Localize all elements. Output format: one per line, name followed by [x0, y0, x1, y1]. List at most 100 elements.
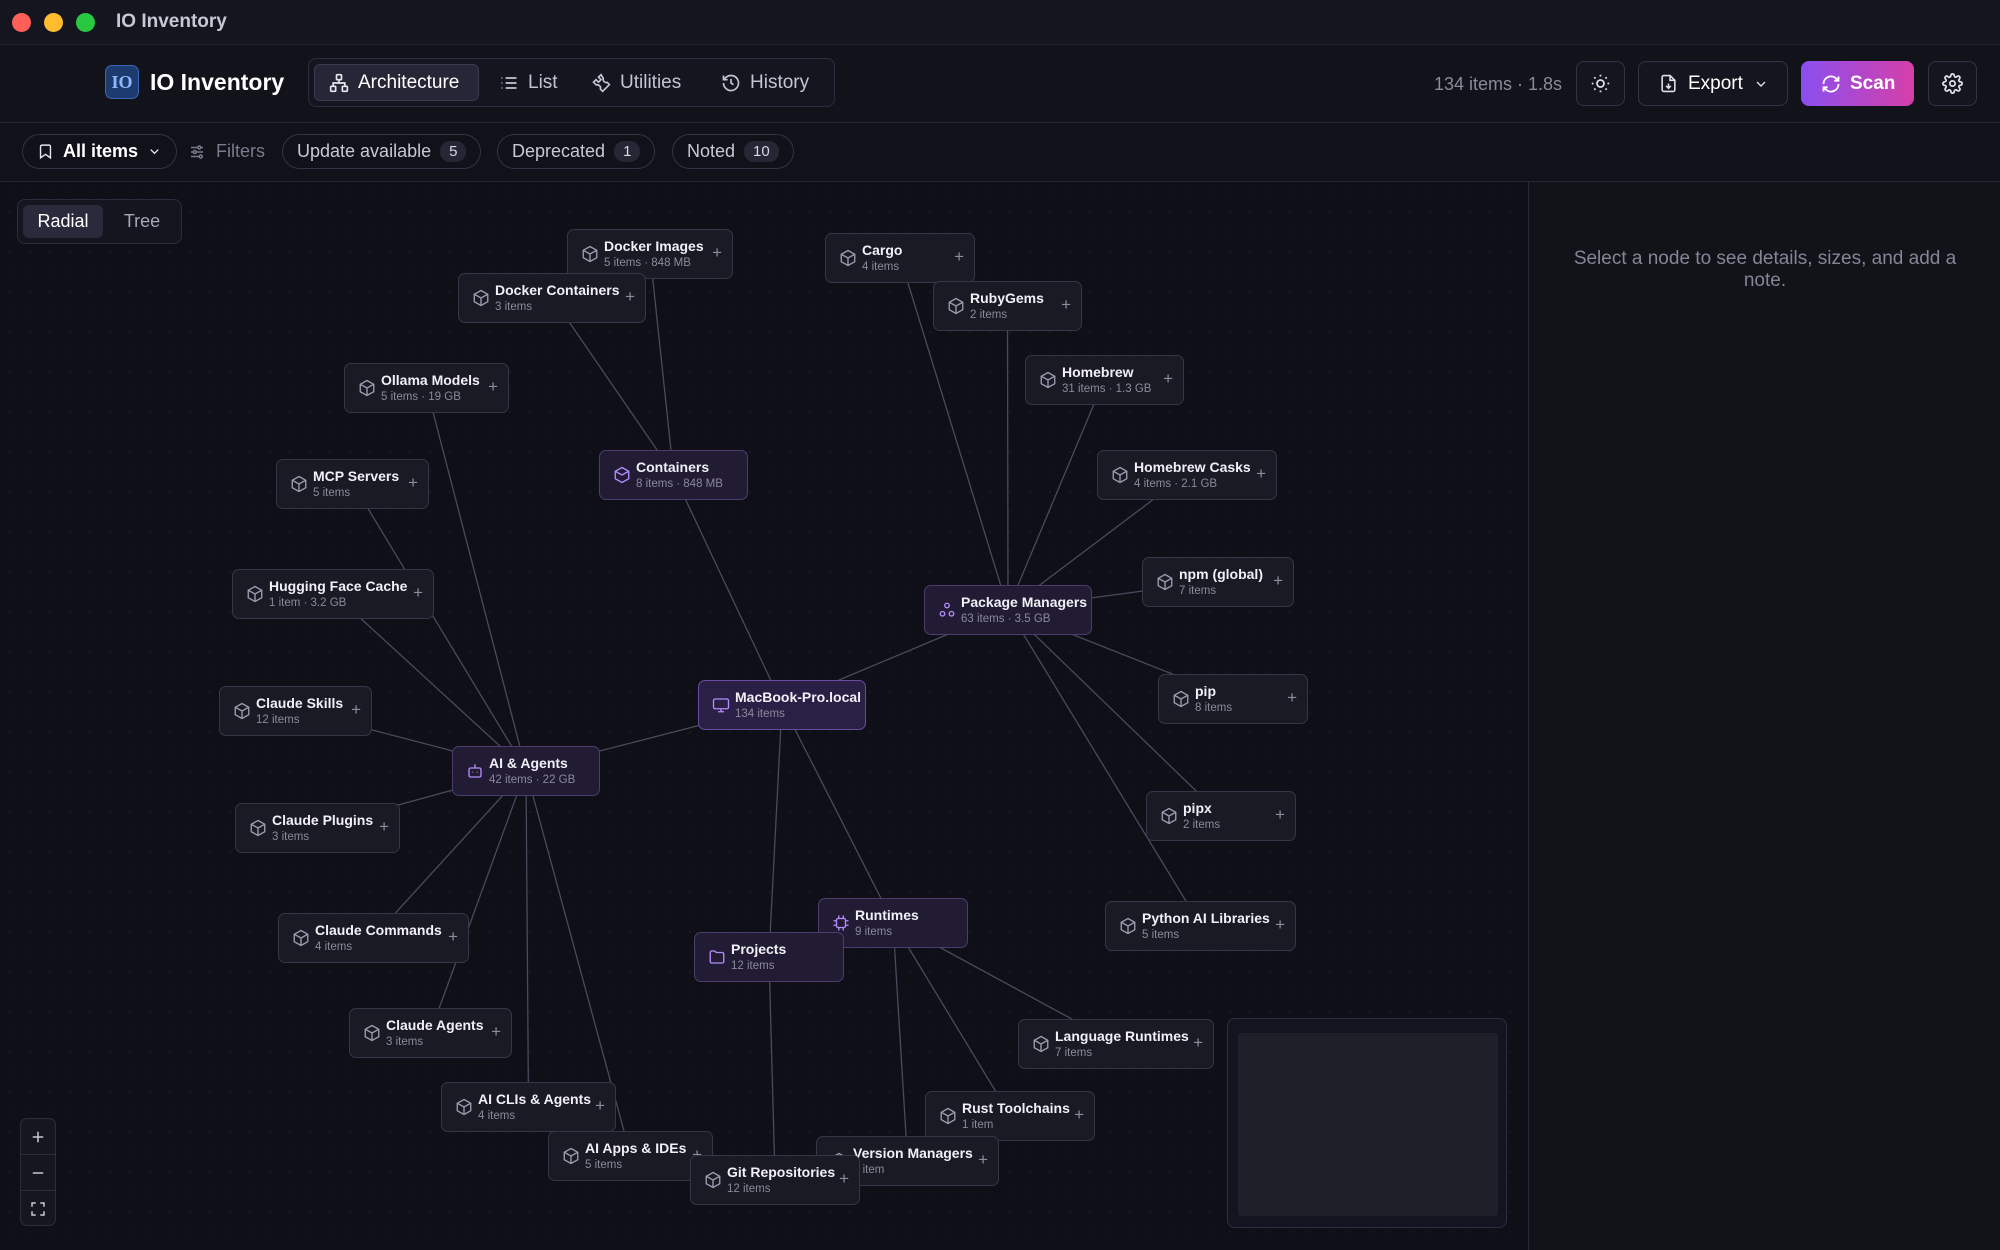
node-name: MCP Servers: [313, 468, 400, 484]
tab-history[interactable]: History: [707, 64, 825, 101]
category-node-pkg[interactable]: Package Managers 63 items · 3.5 GB: [924, 585, 1092, 635]
category-node-projects[interactable]: Projects 12 items: [694, 932, 844, 982]
node-summary: 31 items · 1.3 GB: [1062, 383, 1152, 395]
add-note-button[interactable]: +: [488, 377, 498, 397]
settings-button[interactable]: [1928, 61, 1977, 106]
box-icon: [250, 819, 266, 837]
node-name: Python AI Libraries: [1142, 910, 1270, 926]
add-note-button[interactable]: +: [408, 473, 418, 493]
add-note-button[interactable]: +: [1275, 915, 1285, 935]
export-button[interactable]: Export: [1638, 61, 1788, 106]
node-summary: 2 items: [970, 309, 1008, 321]
leaf-node-casks[interactable]: Homebrew Casks 4 items · 2.1 GB +: [1097, 450, 1277, 500]
leaf-node-agents[interactable]: Claude Agents 3 items +: [349, 1008, 512, 1058]
theme-toggle-button[interactable]: [1576, 61, 1625, 106]
leaf-node-docker-images[interactable]: Docker Images 5 items · 848 MB +: [567, 229, 733, 279]
add-note-button[interactable]: +: [1273, 571, 1283, 591]
filter-pill-noted[interactable]: Noted 10: [672, 134, 794, 169]
add-note-button[interactable]: +: [1061, 295, 1071, 315]
add-note-button[interactable]: +: [1074, 1105, 1084, 1125]
leaf-node-brew[interactable]: Homebrew 31 items · 1.3 GB +: [1025, 355, 1184, 405]
node-name: npm (global): [1179, 566, 1263, 582]
view-selector-dropdown[interactable]: All items: [22, 134, 177, 169]
filter-pill-update-available[interactable]: Update available 5: [282, 134, 482, 169]
add-note-button[interactable]: +: [712, 243, 722, 263]
leaf-node-plugins[interactable]: Claude Plugins 3 items +: [235, 803, 400, 853]
graph-canvas[interactable]: Radial Tree Docker Images 5 items · 848 M…: [0, 182, 1528, 1250]
zoom-out-button[interactable]: [21, 1155, 55, 1191]
leaf-node-gems[interactable]: RubyGems 2 items +: [933, 281, 1082, 331]
add-note-button[interactable]: +: [839, 1169, 849, 1189]
add-note-button[interactable]: +: [954, 247, 964, 267]
tree-layout-button[interactable]: Tree: [107, 205, 177, 238]
radial-layout-button[interactable]: Radial: [23, 205, 103, 238]
tab-architecture[interactable]: Architecture: [314, 64, 479, 101]
leaf-node-pipx[interactable]: pipx 2 items +: [1146, 791, 1296, 841]
add-note-button[interactable]: +: [625, 287, 635, 307]
leaf-node-pip[interactable]: pip 8 items +: [1158, 674, 1308, 724]
filter-pill-deprecated[interactable]: Deprecated 1: [497, 134, 656, 169]
node-summary: 134 items: [735, 708, 785, 720]
filters-label: Filters: [216, 141, 265, 161]
add-note-button[interactable]: +: [1163, 369, 1173, 389]
add-note-button[interactable]: +: [978, 1150, 988, 1170]
minimize-window-button[interactable]: [44, 13, 63, 32]
add-note-button[interactable]: +: [491, 1022, 501, 1042]
leaf-node-git[interactable]: Git Repositories 12 items +: [690, 1155, 860, 1205]
leaf-node-docker-containers[interactable]: Docker Containers 3 items +: [458, 273, 646, 323]
category-node-containers[interactable]: Containers 8 items · 848 MB: [599, 450, 748, 500]
add-note-button[interactable]: +: [1256, 464, 1266, 484]
tab-utilities[interactable]: Utilities: [577, 64, 697, 101]
leaf-node-skills[interactable]: Claude Skills 12 items +: [219, 686, 372, 736]
fit-view-button[interactable]: [21, 1191, 55, 1227]
add-note-button[interactable]: +: [413, 583, 423, 603]
zoom-window-button[interactable]: [76, 13, 95, 32]
root-node[interactable]: MacBook-Pro.local 134 items: [698, 680, 866, 730]
leaf-node-ollama[interactable]: Ollama Models 5 items · 19 GB +: [344, 363, 509, 413]
add-note-button[interactable]: +: [1275, 805, 1285, 825]
zoom-in-button[interactable]: [21, 1119, 55, 1155]
category-node-ai[interactable]: AI & Agents 42 items · 22 GB: [452, 746, 600, 796]
scan-button[interactable]: Scan: [1801, 61, 1914, 106]
node-name: Homebrew Casks: [1134, 459, 1251, 475]
folder-icon: [709, 950, 725, 964]
node-name: pipx: [1183, 800, 1212, 816]
leaf-node-apps[interactable]: AI Apps & IDEs5 items+: [548, 1131, 713, 1181]
node-name: Runtimes: [855, 907, 919, 923]
minimap-viewport[interactable]: [1238, 1033, 1498, 1216]
filters-button[interactable]: Filters: [188, 134, 265, 169]
edge-runtimes-vm: [892, 921, 909, 1161]
leaf-node-cargo[interactable]: Cargo 4 items +: [825, 233, 975, 283]
node-summary: 5 items: [585, 1159, 623, 1171]
leaf-node-clis[interactable]: AI CLIs & Agents 4 items +: [441, 1082, 616, 1132]
add-note-button[interactable]: +: [351, 700, 361, 720]
pill-label: Update available: [297, 141, 432, 161]
edge-root-projects: [768, 703, 783, 957]
add-note-button[interactable]: +: [448, 927, 458, 947]
minimap[interactable]: [1227, 1018, 1507, 1228]
node-summary: 7 items: [1055, 1047, 1093, 1059]
node-name: AI & Agents: [489, 755, 568, 771]
leaf-node-commands[interactable]: Claude Commands 4 items +: [278, 913, 469, 963]
add-note-button[interactable]: +: [379, 817, 389, 837]
leaf-node-hf[interactable]: Hugging Face Cache 1 item · 3.2 GB +: [232, 569, 434, 619]
leaf-node-npm[interactable]: npm (global) 7 items +: [1142, 557, 1294, 607]
minus-icon: [32, 1171, 44, 1174]
add-note-button[interactable]: +: [1193, 1033, 1203, 1053]
leaf-node-mcp[interactable]: MCP Servers 5 items +: [276, 459, 429, 509]
tab-label: History: [750, 71, 810, 93]
main-tabs: Architecture List Utilities History: [308, 58, 835, 107]
add-note-button[interactable]: +: [1287, 688, 1297, 708]
add-note-button[interactable]: +: [595, 1096, 605, 1116]
node-summary: 5 items · 848 MB: [604, 257, 691, 269]
leaf-node-pyai[interactable]: Python AI Libraries 5 items +: [1105, 901, 1296, 951]
edge-pkg-gems: [1006, 304, 1009, 610]
leaf-node-rust[interactable]: Rust Toolchains 1 item +: [925, 1091, 1095, 1141]
layout-toggle: Radial Tree: [17, 199, 182, 244]
scan-label: Scan: [1850, 72, 1896, 94]
tab-list[interactable]: List: [485, 64, 567, 101]
box-icon: [1033, 1035, 1049, 1053]
leaf-node-langrt[interactable]: Language Runtimes 7 items +: [1018, 1019, 1214, 1069]
close-window-button[interactable]: [12, 13, 31, 32]
node-name: Projects: [731, 941, 787, 957]
